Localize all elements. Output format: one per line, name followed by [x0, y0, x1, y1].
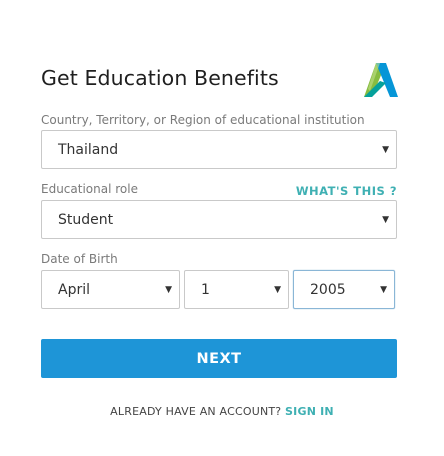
country-label: Country, Territory, or Region of educati… — [41, 113, 365, 127]
dob-day-value: 1 — [201, 281, 210, 298]
chevron-down-icon: ▼ — [380, 284, 387, 295]
autodesk-logo-icon — [364, 63, 398, 97]
dob-year-select[interactable]: 2005 ▼ — [293, 270, 395, 309]
whats-this-link[interactable]: WHAT'S THIS ? — [296, 184, 397, 198]
country-select[interactable]: Thailand ▼ — [41, 130, 397, 169]
chevron-down-icon: ▼ — [382, 214, 389, 225]
account-prompt-row: ALREADY HAVE AN ACCOUNT? SIGN IN — [0, 405, 444, 418]
dob-month-value: April — [58, 281, 90, 298]
dob-year-value: 2005 — [310, 281, 346, 298]
chevron-down-icon: ▼ — [274, 284, 281, 295]
chevron-down-icon: ▼ — [382, 144, 389, 155]
chevron-down-icon: ▼ — [165, 284, 172, 295]
sign-in-link[interactable]: SIGN IN — [285, 405, 334, 418]
dob-day-select[interactable]: 1 ▼ — [184, 270, 289, 309]
country-value: Thailand — [58, 141, 119, 158]
account-prompt-text: ALREADY HAVE AN ACCOUNT? — [110, 405, 282, 418]
dob-label: Date of Birth — [41, 252, 118, 266]
page-title: Get Education Benefits — [41, 66, 279, 90]
role-value: Student — [58, 211, 114, 228]
role-select[interactable]: Student ▼ — [41, 200, 397, 239]
next-button[interactable]: NEXT — [41, 339, 397, 378]
dob-month-select[interactable]: April ▼ — [41, 270, 180, 309]
role-label: Educational role — [41, 182, 138, 196]
